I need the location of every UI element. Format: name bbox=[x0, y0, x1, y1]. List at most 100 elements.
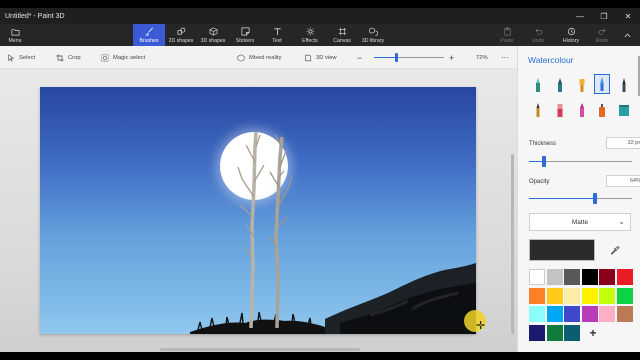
color-swatch[interactable] bbox=[546, 269, 563, 285]
color-swatch[interactable] bbox=[616, 306, 633, 322]
chevron-down-icon: ⌄ bbox=[618, 217, 625, 226]
expand-button[interactable] bbox=[618, 24, 636, 46]
chevron-up-icon bbox=[624, 33, 630, 37]
color-swatch[interactable] bbox=[546, 324, 563, 341]
color-swatch[interactable] bbox=[564, 306, 580, 322]
redo-icon bbox=[598, 28, 605, 35]
spray-can-icon[interactable] bbox=[595, 101, 609, 119]
tab-stickers[interactable]: Stickers bbox=[230, 24, 260, 46]
color-swatch[interactable] bbox=[616, 269, 633, 285]
color-swatch[interactable] bbox=[616, 287, 633, 304]
crayon-icon[interactable] bbox=[575, 101, 589, 119]
redo-button[interactable]: Redo bbox=[591, 24, 613, 46]
vertical-scrollbar[interactable] bbox=[511, 154, 514, 334]
tab-3d-library[interactable]: 3D library bbox=[358, 24, 388, 46]
calligraphy-pen-icon[interactable] bbox=[553, 76, 567, 94]
finish-dropdown[interactable]: Matte ⌄ bbox=[529, 213, 631, 231]
color-swatch[interactable] bbox=[529, 324, 545, 341]
pixel-pen-icon[interactable] bbox=[617, 76, 631, 94]
3d-view-button[interactable]: 3D view bbox=[304, 46, 337, 69]
main-toolbar: Menu Brushes 2D shapes 3D shapes Sticker… bbox=[0, 24, 640, 46]
thickness-slider[interactable] bbox=[529, 156, 632, 167]
crosshair-cursor-icon: ✛ bbox=[476, 320, 486, 332]
pointer-icon bbox=[8, 53, 15, 62]
thickness-value-field[interactable]: 32 px bbox=[606, 137, 640, 149]
text-icon bbox=[273, 27, 281, 35]
opacity-slider[interactable] bbox=[529, 193, 632, 204]
color-swatch[interactable] bbox=[581, 287, 598, 304]
add-color-button[interactable]: + bbox=[585, 325, 601, 341]
color-swatch[interactable] bbox=[599, 287, 615, 304]
horizontal-scrollbar[interactable] bbox=[160, 348, 360, 351]
undo-button[interactable]: Undo bbox=[527, 24, 549, 46]
select-button[interactable]: Select bbox=[7, 46, 35, 69]
history-icon bbox=[567, 27, 575, 35]
marker-brush-icon[interactable] bbox=[531, 76, 545, 94]
color-swatch[interactable] bbox=[564, 287, 580, 304]
crop-button[interactable]: Crop bbox=[56, 46, 81, 69]
tab-effects[interactable]: Effects bbox=[296, 24, 324, 46]
zoom-out-button[interactable]: − bbox=[357, 46, 362, 69]
library-icon bbox=[368, 27, 378, 36]
color-swatch[interactable] bbox=[581, 306, 598, 322]
tab-brushes-label: Brushes bbox=[139, 37, 159, 44]
zoom-slider[interactable] bbox=[374, 53, 444, 62]
close-button[interactable]: ✕ bbox=[616, 8, 640, 24]
tab-effects-label: Effects bbox=[302, 37, 318, 44]
color-swatch[interactable] bbox=[564, 324, 580, 341]
color-swatch[interactable] bbox=[546, 306, 563, 322]
window-title: Untitled* - Paint 3D bbox=[5, 12, 65, 20]
mixed-reality-button[interactable]: Mixed reality bbox=[237, 46, 282, 69]
magic-select-label: Magic select bbox=[113, 54, 146, 61]
landscape-drawing bbox=[190, 131, 476, 334]
history-button[interactable]: History bbox=[558, 24, 584, 46]
crop-label: Crop bbox=[68, 54, 81, 61]
mixed-reality-icon bbox=[237, 53, 245, 62]
opacity-label: Opacity bbox=[529, 179, 550, 185]
zoom-in-button[interactable]: + bbox=[449, 46, 454, 69]
tab-canvas[interactable]: Canvas bbox=[328, 24, 356, 46]
tab-text[interactable]: Text bbox=[264, 24, 290, 46]
paste-button[interactable]: Paste bbox=[496, 24, 518, 46]
zoom-slider-thumb[interactable] bbox=[395, 53, 398, 62]
pencil-icon[interactable] bbox=[531, 101, 545, 119]
color-swatch[interactable] bbox=[546, 287, 563, 304]
minimize-button[interactable]: — bbox=[568, 8, 592, 24]
sticker-icon bbox=[241, 27, 249, 35]
workspace[interactable]: ✛ bbox=[0, 69, 517, 352]
brush-panel: Watercolour Thickness 32 px Opacity 64% bbox=[517, 46, 640, 352]
redo-label: Redo bbox=[595, 37, 609, 44]
maximize-button[interactable]: ❐ bbox=[592, 8, 616, 24]
fill-bucket-icon[interactable] bbox=[617, 101, 631, 119]
color-swatch[interactable] bbox=[529, 269, 545, 285]
zoom-slider-fill bbox=[374, 57, 397, 58]
opacity-slider-thumb[interactable] bbox=[593, 193, 597, 204]
more-options-button[interactable]: ··· bbox=[501, 46, 509, 69]
history-label: History bbox=[562, 37, 580, 44]
opacity-value-field[interactable]: 64% bbox=[606, 175, 640, 187]
color-swatch[interactable] bbox=[581, 269, 598, 285]
color-swatch[interactable] bbox=[564, 269, 580, 285]
watercolour-brush-icon[interactable] bbox=[594, 74, 610, 94]
color-swatch[interactable] bbox=[599, 269, 615, 285]
drawing-canvas[interactable] bbox=[40, 87, 476, 334]
magic-select-button[interactable]: Magic select bbox=[101, 46, 145, 69]
color-swatch[interactable] bbox=[529, 306, 545, 322]
eraser-icon[interactable] bbox=[553, 101, 567, 119]
tab-3d-shapes[interactable]: 3D shapes bbox=[198, 24, 228, 46]
oil-brush-icon[interactable] bbox=[575, 76, 589, 94]
zoom-level: 72% bbox=[476, 54, 488, 61]
tab-brushes[interactable]: Brushes bbox=[133, 24, 165, 46]
color-swatch[interactable] bbox=[529, 287, 545, 304]
tab-text-label: Text bbox=[272, 37, 282, 44]
magic-select-icon bbox=[101, 54, 109, 61]
current-color-swatch[interactable] bbox=[529, 239, 595, 261]
crop-icon bbox=[56, 53, 64, 62]
panel-title: Watercolour bbox=[528, 55, 574, 65]
tab-3d-library-label: 3D library bbox=[361, 37, 385, 44]
thickness-slider-thumb[interactable] bbox=[542, 156, 546, 167]
color-swatch[interactable] bbox=[599, 306, 615, 322]
eyedropper-icon[interactable] bbox=[606, 241, 624, 259]
tab-2d-shapes[interactable]: 2D shapes bbox=[166, 24, 196, 46]
menu-button[interactable]: Menu bbox=[4, 24, 26, 46]
